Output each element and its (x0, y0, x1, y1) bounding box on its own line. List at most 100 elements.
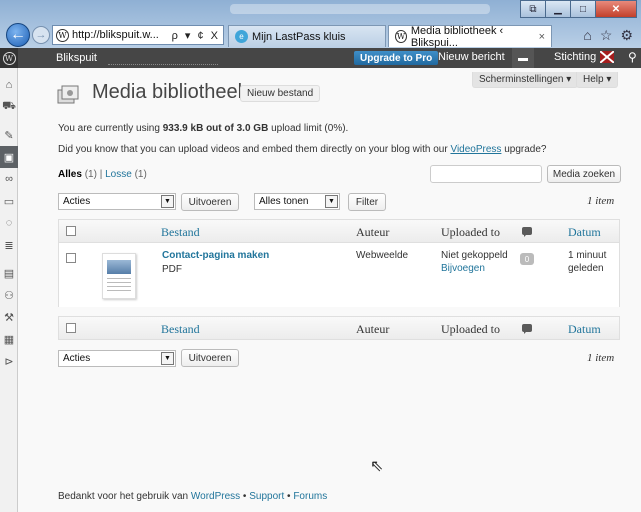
row-checkbox[interactable] (66, 253, 76, 263)
close-window-icon[interactable]: ✕ (595, 0, 637, 18)
support-link[interactable]: Support (249, 491, 284, 502)
collapse-menu-icon[interactable]: ⊳ (0, 350, 18, 372)
forward-button[interactable]: → (32, 26, 50, 44)
comments-icon[interactable]: ◌ (0, 212, 18, 234)
bulk-action-value: Acties (63, 353, 91, 364)
column-bestand[interactable]: Bestand (161, 225, 200, 240)
show-all-value: Alles tonen (259, 196, 309, 207)
dashboard-icon[interactable]: ⌂ (0, 74, 18, 96)
user-name: Stichting (554, 51, 597, 63)
address-controls[interactable]: ρ ▾ ¢ X (172, 29, 220, 42)
posts-icon[interactable]: ✎ (0, 124, 18, 146)
column-bestand-bottom[interactable]: Bestand (161, 322, 200, 337)
column-datum-bottom[interactable]: Datum (568, 322, 601, 337)
file-author: Webweelde (356, 250, 409, 261)
apply-button[interactable]: Uitvoeren (181, 193, 239, 211)
add-new-file-button[interactable]: Nieuw bestand (240, 85, 321, 102)
upgrade-button[interactable]: Upgrade to Pro (354, 51, 439, 65)
filter-all[interactable]: Alles (58, 169, 82, 180)
restore-icon[interactable]: ⧉ (520, 0, 546, 18)
table-row: Contact-pagina maken PDF Webweelde Niet … (58, 243, 620, 307)
forums-link[interactable]: Forums (293, 491, 327, 502)
filter-loose-count: (1) (134, 169, 147, 180)
select-all-checkbox[interactable] (66, 226, 76, 236)
footer-separator: • (284, 491, 294, 502)
comments-column-icon[interactable] (522, 227, 532, 237)
media-search-button[interactable]: Media zoeken (547, 165, 621, 183)
address-text: http://blikspuit.w... (72, 29, 159, 41)
screen-options-tab[interactable]: Scherminstellingen ▾ (472, 72, 579, 88)
tab-close-icon[interactable]: × (539, 31, 545, 43)
select-all-checkbox-bottom[interactable] (66, 323, 76, 333)
links-icon[interactable]: ∞ (0, 168, 18, 190)
table-footer: Bestand Auteur Uploaded to Datum (58, 316, 620, 340)
dropdown-arrow-icon: ▼ (161, 352, 174, 365)
tab-media-library[interactable]: W Media bibliotheek ‹ Blikspui... × (388, 25, 552, 49)
tab-lastpass[interactable]: e Mijn LastPass kluis (228, 25, 386, 47)
column-auteur: Auteur (356, 225, 390, 239)
attach-link[interactable]: Bijvoegen (441, 263, 485, 274)
column-datum[interactable]: Datum (568, 225, 601, 240)
store-icon[interactable]: ⛟ (0, 96, 18, 118)
site-name-link[interactable]: Blikspuit (56, 52, 97, 64)
browser-tools: ⌂ ☆ ⚙ (583, 27, 633, 44)
comment-icon[interactable]: ▬ (512, 48, 534, 68)
bulk-action-select[interactable]: Acties ▼ (58, 193, 176, 210)
comment-count-badge[interactable]: 0 (520, 253, 534, 265)
upload-usage-notice: You are currently using 933.9 kB out of … (58, 123, 348, 134)
videopress-link[interactable]: VideoPress (450, 144, 501, 155)
wordpress-logo-icon: W (2, 51, 16, 65)
user-menu[interactable]: Stichting (554, 51, 615, 63)
users-icon[interactable]: ⚇ (0, 284, 18, 306)
apply-button-bottom[interactable]: Uitvoeren (181, 349, 239, 367)
filter-all-count: (1) (84, 169, 97, 180)
window-controls: ⧉ ▁ □ ✕ (520, 0, 637, 18)
wp-logo[interactable]: W (0, 48, 18, 68)
bulk-action-select-bottom[interactable]: Acties ▼ (58, 350, 176, 367)
file-title-link[interactable]: Contact-pagina maken (162, 250, 269, 261)
appearance-icon[interactable]: ▤ (0, 262, 18, 284)
settings-icon[interactable]: ▦ (0, 328, 18, 350)
minimize-icon[interactable]: ▁ (545, 0, 571, 18)
item-count-bottom: 1 item (587, 352, 615, 364)
wordpress-link[interactable]: WordPress (191, 491, 240, 502)
feedback-icon[interactable]: ≣ (0, 234, 18, 256)
show-all-select[interactable]: Alles tonen ▼ (254, 193, 340, 210)
column-auteur-bottom: Auteur (356, 322, 390, 336)
favorites-star-icon[interactable]: ☆ (600, 27, 613, 44)
dropdown-arrow-icon: ▼ (161, 195, 174, 208)
media-icon[interactable]: ▣ (0, 146, 18, 168)
videopress-notice: Did you know that you can upload videos … (58, 144, 546, 155)
media-search-input[interactable] (430, 165, 542, 183)
window-title (230, 4, 490, 14)
usage-suffix: upload limit (0%). (268, 123, 349, 134)
column-uploaded-to: Uploaded to (441, 225, 500, 239)
comments-column-icon[interactable] (522, 324, 532, 334)
pages-icon[interactable]: ▭ (0, 190, 18, 212)
videopress-suffix: upgrade? (501, 144, 547, 155)
settings-gear-icon[interactable]: ⚙ (620, 27, 633, 44)
media-library-icon (57, 85, 79, 104)
filter-loose[interactable]: Losse (105, 169, 132, 180)
dropdown-arrow-icon: ▼ (325, 195, 338, 208)
footer-text: Bedankt voor het gebruik van (58, 491, 191, 502)
new-post-link[interactable]: Nieuw bericht (438, 51, 505, 63)
filter-links: Alles (1) | Losse (1) (58, 169, 147, 180)
footer-separator: • (240, 491, 250, 502)
help-tab[interactable]: Help ▾ (576, 72, 619, 88)
item-count: 1 item (587, 195, 615, 207)
tab-label: Mijn LastPass kluis (252, 30, 346, 43)
home-icon[interactable]: ⌂ (583, 27, 591, 44)
filter-button[interactable]: Filter (348, 193, 386, 211)
back-button[interactable]: ← (6, 23, 30, 47)
tools-icon[interactable]: ⚒ (0, 306, 18, 328)
mouse-cursor-icon: ⇖ (370, 458, 384, 475)
file-thumbnail[interactable] (102, 253, 136, 299)
filter-separator: | (99, 169, 103, 180)
address-bar[interactable]: W http://blikspuit.w... ρ ▾ ¢ X (52, 25, 224, 45)
usage-value: 933.9 kB out of 3.0 GB (162, 123, 269, 134)
maximize-icon[interactable]: □ (570, 0, 596, 18)
wordpress-favicon-icon: W (395, 30, 407, 43)
search-icon[interactable]: ⚲ (628, 50, 637, 64)
browser-chrome: ⧉ ▁ □ ✕ ← → W http://blikspuit.w... ρ ▾ … (0, 0, 641, 49)
